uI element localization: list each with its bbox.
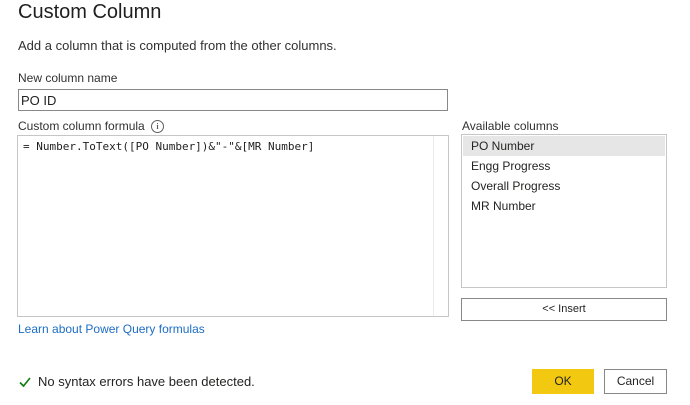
dialog-description: Add a column that is computed from the o… — [18, 38, 337, 53]
ok-button[interactable]: OK — [532, 369, 594, 394]
formula-text[interactable]: = Number.ToText([PO Number])&"-"&[MR Num… — [23, 140, 314, 153]
available-columns-list: PO Number Engg Progress Overall Progress… — [461, 134, 667, 288]
insert-button[interactable]: << Insert — [461, 298, 667, 321]
new-column-name-label: New column name — [18, 71, 118, 85]
available-column-item[interactable]: MR Number — [463, 196, 665, 216]
info-icon[interactable]: i — [151, 120, 164, 133]
formula-scrollbar[interactable] — [433, 136, 448, 316]
available-column-item[interactable]: Overall Progress — [463, 176, 665, 196]
dialog-title: Custom Column — [18, 1, 162, 23]
formula-editor[interactable]: = Number.ToText([PO Number])&"-"&[MR Num… — [17, 135, 449, 317]
available-column-item[interactable]: PO Number — [463, 136, 665, 156]
formula-label: Custom column formula — [18, 119, 145, 133]
learn-formulas-link[interactable]: Learn about Power Query formulas — [18, 322, 205, 336]
syntax-status-text: No syntax errors have been detected. — [38, 374, 255, 389]
available-column-item[interactable]: Engg Progress — [463, 156, 665, 176]
syntax-status: No syntax errors have been detected. — [18, 374, 255, 390]
check-icon — [19, 377, 31, 388]
cancel-button[interactable]: Cancel — [604, 369, 667, 394]
available-columns-label: Available columns — [462, 119, 559, 133]
new-column-name-input[interactable] — [18, 89, 448, 111]
